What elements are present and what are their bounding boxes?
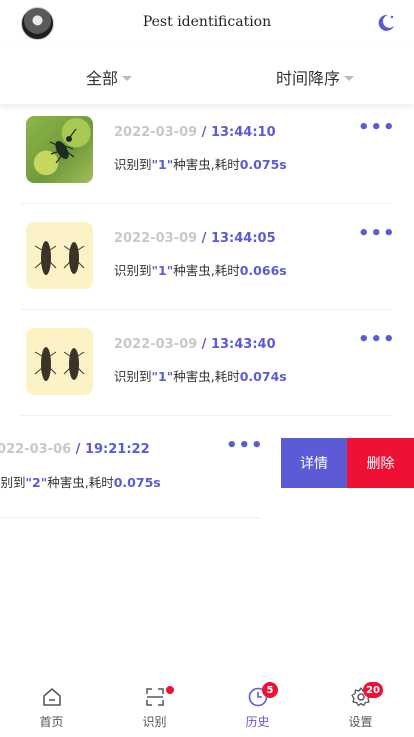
record-time: 13:44:05 <box>210 231 276 246</box>
pest-count: "1" <box>151 369 174 384</box>
filter-bar: 全部 时间降序 <box>0 46 414 104</box>
history-item[interactable]: 2022-03-06 / 19:21:22 识别到"2"种害虫,耗时0.075s… <box>0 420 264 518</box>
record-timestamp: 2022-03-09 / 13:44:10 <box>114 125 276 140</box>
record-summary: 识别到"2"种害虫,耗时0.075s <box>0 472 161 491</box>
bottom-tab-bar: 首页 识别 5 历史 20 设置 <box>0 680 414 737</box>
duration: 0.075s <box>239 157 287 172</box>
more-icon[interactable]: ••• <box>358 117 396 138</box>
caret-down-icon <box>122 76 133 81</box>
history-item[interactable]: 2022-03-09 / 13:43:40 识别到"1"种害虫,耗时0.074s… <box>20 314 395 416</box>
moon-icon[interactable] <box>376 13 396 33</box>
pest-thumbnail[interactable] <box>26 328 93 395</box>
tab-history[interactable]: 5 历史 <box>206 680 309 737</box>
record-summary: 识别到"1"种害虫,耗时0.074s <box>114 366 287 385</box>
duration: 0.074s <box>239 369 287 384</box>
history-item[interactable]: 2022-03-09 / 13:44:10 识别到"1"种害虫,耗时0.075s… <box>20 102 395 204</box>
tab-scan-label: 识别 <box>142 715 167 729</box>
record-timestamp: 2022-03-09 / 13:44:05 <box>114 231 276 246</box>
tab-settings[interactable]: 20 设置 <box>309 680 412 737</box>
detail-button[interactable]: 详情 <box>281 438 347 488</box>
summary-prefix: 识别到 <box>0 475 26 490</box>
pest-thumbnail[interactable] <box>26 222 93 289</box>
timestamp-separator: / <box>71 442 85 457</box>
timestamp-separator: / <box>197 231 211 246</box>
category-filter[interactable]: 全部 <box>86 65 133 89</box>
record-date: 2022-03-06 <box>0 442 72 457</box>
summary-middle: 种害虫,耗时 <box>173 263 240 278</box>
duration: 0.075s <box>113 475 161 490</box>
notification-dot <box>166 686 174 694</box>
record-time: 13:43:40 <box>210 337 276 352</box>
tab-history-label: 历史 <box>245 715 270 729</box>
record-date: 2022-03-09 <box>114 231 198 246</box>
record-time: 13:44:10 <box>210 125 276 140</box>
settings-badge: 20 <box>363 682 383 698</box>
summary-prefix: 识别到 <box>114 369 152 384</box>
beetles-image <box>34 347 85 381</box>
record-date: 2022-03-09 <box>114 125 198 140</box>
sort-filter[interactable]: 时间降序 <box>276 65 355 89</box>
more-icon[interactable]: ••• <box>358 223 396 244</box>
history-item[interactable]: 2022-03-09 / 13:44:05 识别到"1"种害虫,耗时0.066s… <box>20 208 395 310</box>
category-filter-label: 全部 <box>86 69 119 88</box>
home-icon <box>43 688 61 706</box>
more-icon[interactable]: ••• <box>226 435 264 456</box>
beetles-image <box>34 241 85 275</box>
scan-icon <box>146 688 164 706</box>
record-time: 19:21:22 <box>84 442 150 457</box>
timestamp-separator: / <box>197 125 211 140</box>
summary-middle: 种害虫,耗时 <box>173 369 240 384</box>
duration: 0.066s <box>239 263 287 278</box>
tab-home[interactable]: 首页 <box>0 680 103 737</box>
tab-scan[interactable]: 识别 <box>103 680 206 737</box>
delete-button[interactable]: 删除 <box>347 438 414 488</box>
app-header: Pest identification <box>0 0 414 46</box>
record-timestamp: 2022-03-06 / 19:21:22 <box>0 442 150 457</box>
sort-filter-label: 时间降序 <box>276 69 341 88</box>
summary-middle: 种害虫,耗时 <box>47 475 114 490</box>
more-icon[interactable]: ••• <box>358 329 396 350</box>
record-summary: 识别到"1"种害虫,耗时0.075s <box>114 154 287 173</box>
pest-thumbnail[interactable] <box>26 116 93 183</box>
beetle-image <box>49 128 77 164</box>
summary-middle: 种害虫,耗时 <box>173 157 240 172</box>
pest-count: "2" <box>25 475 48 490</box>
record-summary: 识别到"1"种害虫,耗时0.066s <box>114 260 287 279</box>
record-timestamp: 2022-03-09 / 13:43:40 <box>114 337 276 352</box>
summary-prefix: 识别到 <box>114 157 152 172</box>
pest-count: "1" <box>151 157 174 172</box>
caret-down-icon <box>344 76 355 81</box>
tab-home-label: 首页 <box>39 715 64 729</box>
tab-settings-label: 设置 <box>348 715 373 729</box>
record-date: 2022-03-09 <box>114 337 198 352</box>
page-title: Pest identification <box>142 14 272 30</box>
summary-prefix: 识别到 <box>114 263 152 278</box>
pest-count: "1" <box>151 263 174 278</box>
timestamp-separator: / <box>197 337 211 352</box>
history-badge: 5 <box>262 682 278 698</box>
